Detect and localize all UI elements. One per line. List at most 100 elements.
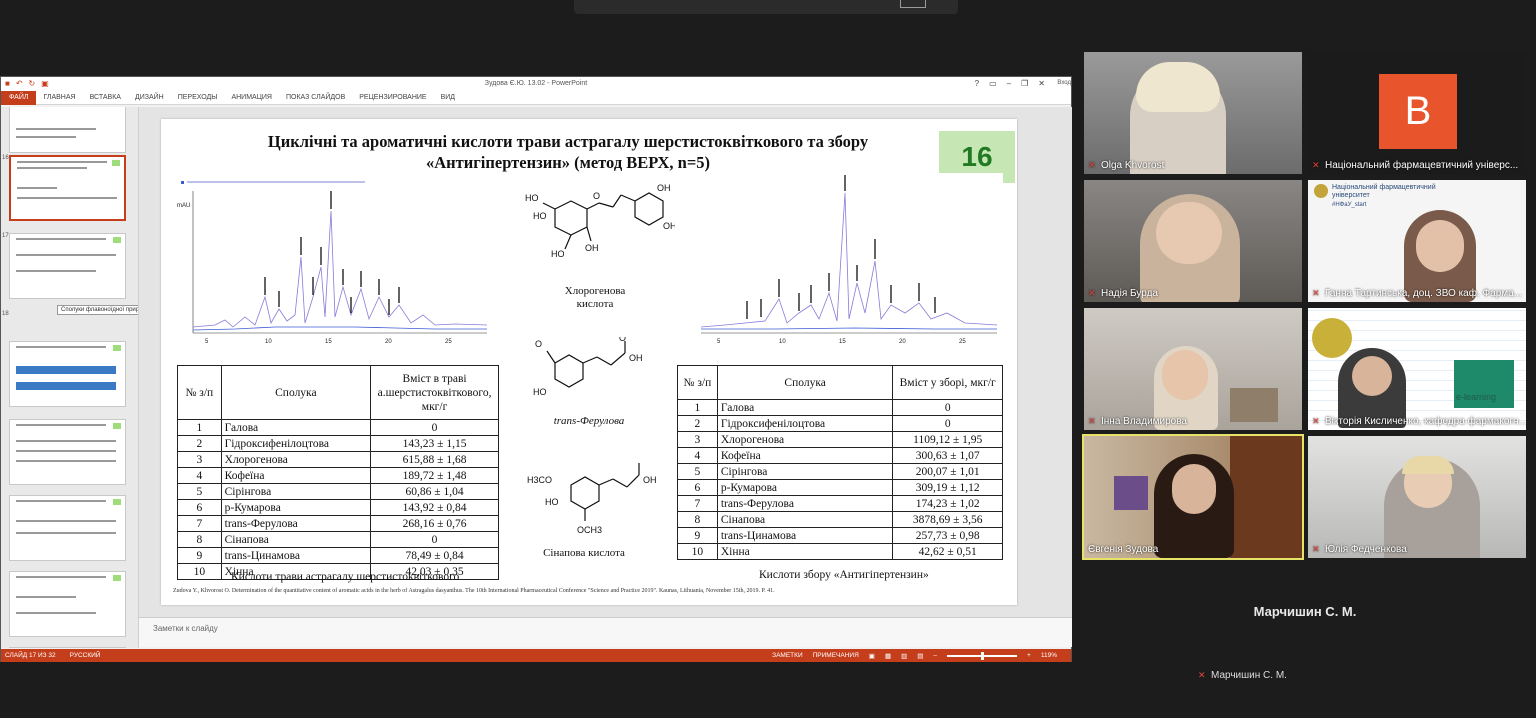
tab-home[interactable]: ГЛАВНАЯ (36, 91, 82, 105)
svg-text:mAU: mAU (177, 203, 190, 209)
row-number: 3 (177, 451, 222, 468)
slide-thumbnail[interactable] (9, 495, 126, 561)
participant-name: Вікторія Кисличенко, кафедра фармакогн..… (1325, 416, 1526, 427)
participant-tile[interactable]: ✕ Надія Бурда (1084, 180, 1302, 302)
table-row: 2 Гідроксифенілоцтова 143,23 ± 1,15 (177, 435, 499, 452)
slide-thumbnail-selected[interactable] (9, 155, 126, 221)
table-row: 6 p-Кумарова 309,19 ± 1,12 (677, 479, 1003, 496)
row-number: 5 (677, 463, 718, 480)
svg-text:20: 20 (385, 339, 392, 345)
content-value: 174,23 ± 1,02 (892, 495, 1003, 512)
tab-file[interactable]: ФАЙЛ (1, 90, 37, 105)
slideshow-view-icon[interactable]: ▤ (917, 652, 923, 660)
ribbon-tabs: ФАЙЛ ГЛАВНАЯ ВСТАВКА ДИЗАЙН ПЕРЕХОДЫ АНИ… (1, 90, 1071, 105)
svg-text:O: O (619, 337, 626, 343)
toolbar-toggle-button[interactable] (900, 0, 926, 8)
zoom-slider[interactable] (947, 651, 1018, 660)
participant-name-placeholder: Марчишин С. М. (1253, 604, 1357, 619)
compound-name: Сірінгова (220, 483, 372, 500)
slide-thumbnail[interactable] (9, 419, 126, 485)
zoom-in-icon[interactable]: + (1027, 652, 1031, 659)
participant-tile[interactable]: Національний фармацевтичний університет … (1308, 180, 1526, 302)
slide-editor[interactable]: Циклічні та ароматичні кислоти трави аст… (139, 107, 1072, 617)
notes-pane[interactable]: Заметки к слайду (139, 617, 1072, 647)
zoom-out-icon[interactable]: – (933, 652, 937, 659)
tab-insert[interactable]: ВСТАВКА (83, 91, 128, 105)
notes-button[interactable]: ЗАМЕТКИ (772, 652, 802, 659)
compound-name: trans-Ферулова (220, 515, 372, 532)
participant-name: Інна Владимирова (1101, 416, 1187, 427)
row-number: 7 (177, 515, 222, 532)
table-row: 2 Гідроксифенілоцтова 0 (677, 415, 1003, 432)
language-indicator[interactable]: РУССКИЙ (70, 652, 101, 659)
ribbon-display-icon[interactable]: ▭ (989, 79, 997, 88)
notes-placeholder: Заметки к слайду (153, 624, 218, 633)
mic-muted-icon: ✕ (1088, 416, 1096, 426)
status-bar: СЛАЙД 17 ИЗ 32 РУССКИЙ ЗАМЕТКИ ПРИМЕЧАНИ… (1, 649, 1071, 662)
ferulic-acid-structure: OHOOHO (533, 337, 643, 397)
slide-thumbnail-pane[interactable]: 16 17 Сполуки флавоноїдної приро... 18 (1, 107, 139, 648)
slide-counter: СЛАЙД 17 ИЗ 32 (5, 652, 56, 659)
sorter-view-icon[interactable]: ▦ (885, 652, 891, 660)
chlorogenic-acid-structure: HO HO HO OH O OH OH (525, 183, 675, 259)
slide-thumbnail[interactable] (9, 341, 126, 407)
minimize-icon[interactable]: – (1007, 79, 1011, 88)
slide-thumbnail[interactable] (9, 571, 126, 637)
participant-tile[interactable]: ✕ Юлія Федченкова (1308, 436, 1526, 558)
tab-animation[interactable]: АНИМАЦИЯ (224, 91, 279, 105)
content-value: 0 (370, 419, 499, 436)
table-right-caption: Кислоти збору «Антигіпертензин» (759, 569, 929, 581)
help-icon[interactable]: ? (975, 79, 979, 88)
compound-name: Хінна (716, 543, 894, 560)
participant-tile-active-speaker[interactable]: Євгенія Зудова (1082, 434, 1304, 560)
sign-in-link[interactable]: Вход (1057, 80, 1071, 86)
table-row: 6 p-Кумарова 143,92 ± 0,84 (177, 499, 499, 516)
participant-tile[interactable]: ✕ Інна Владимирова (1084, 308, 1302, 430)
row-number: 8 (677, 511, 718, 528)
reference-text: Zudova Y., Khvorost O. Determination of … (173, 588, 775, 594)
participant-tile[interactable]: В ✕ Національний фармацевтичний універс..… (1308, 52, 1526, 174)
content-value: 300,63 ± 1,07 (892, 447, 1003, 464)
normal-view-icon[interactable]: ▣ (869, 652, 875, 660)
slide-title: Циклічні та ароматичні кислоти трави аст… (267, 132, 869, 172)
svg-text:20: 20 (899, 339, 906, 345)
compound-name: trans-Цинамова (220, 547, 372, 564)
tab-design[interactable]: ДИЗАЙН (128, 91, 171, 105)
participant-name: Надія Бурда (1101, 288, 1158, 299)
svg-text:O: O (593, 191, 600, 201)
row-number: 10 (677, 543, 718, 560)
table-row: 5 Сірінгова 200,07 ± 1,01 (677, 463, 1003, 480)
chromatogram-left: mAU 5 10 15 20 25 (175, 177, 493, 347)
row-number: 6 (677, 479, 718, 496)
chlorogenic-acid-label: Хлорогенова кислота (564, 285, 626, 310)
zoom-level[interactable]: 119% (1041, 652, 1057, 659)
row-number: 7 (677, 495, 718, 512)
table-row: 9 trans-Цинамова 257,73 ± 0,98 (677, 527, 1003, 544)
chromatogram-right: 5 10 15 20 25 (695, 173, 1003, 345)
svg-text:H3CO: H3CO (527, 475, 552, 485)
tab-review[interactable]: РЕЦЕНЗИРОВАНИЕ (352, 91, 433, 105)
table-left: № з/п Сполука Вміст в траві а.шерстисток… (177, 365, 499, 580)
content-value: 1109,12 ± 1,95 (892, 431, 1003, 448)
compound-name: Хлорогенова (716, 431, 894, 448)
participant-name: Olga Khvorost (1101, 160, 1165, 171)
close-icon[interactable]: ✕ (1038, 79, 1045, 88)
tab-transitions[interactable]: ПЕРЕХОДЫ (171, 91, 225, 105)
restore-icon[interactable]: ❐ (1021, 79, 1028, 88)
content-value: 257,73 ± 0,98 (892, 527, 1003, 544)
slide-thumbnail[interactable] (9, 107, 126, 153)
compound-name: p-Кумарова (220, 499, 372, 516)
row-number: 4 (177, 467, 222, 484)
participant-tile[interactable]: e-learning ✕ Вікторія Кисличенко, кафедра… (1308, 308, 1526, 430)
reading-view-icon[interactable]: ▥ (901, 652, 907, 660)
comments-button[interactable]: ПРИМЕЧАНИЯ (813, 652, 859, 659)
compound-name: Гідроксифенілоцтова (716, 415, 894, 432)
tab-slideshow[interactable]: ПОКАЗ СЛАЙДОВ (279, 91, 352, 105)
tab-view[interactable]: ВИД (434, 91, 462, 105)
table-row: 9 trans-Цинамова 78,49 ± 0,84 (177, 547, 499, 564)
slide-thumbnail[interactable] (9, 647, 126, 648)
slide-thumbnail[interactable] (9, 233, 126, 299)
row-number: 4 (677, 447, 718, 464)
svg-text:10: 10 (779, 339, 786, 345)
participant-tile[interactable]: ✕ Olga Khvorost (1084, 52, 1302, 174)
